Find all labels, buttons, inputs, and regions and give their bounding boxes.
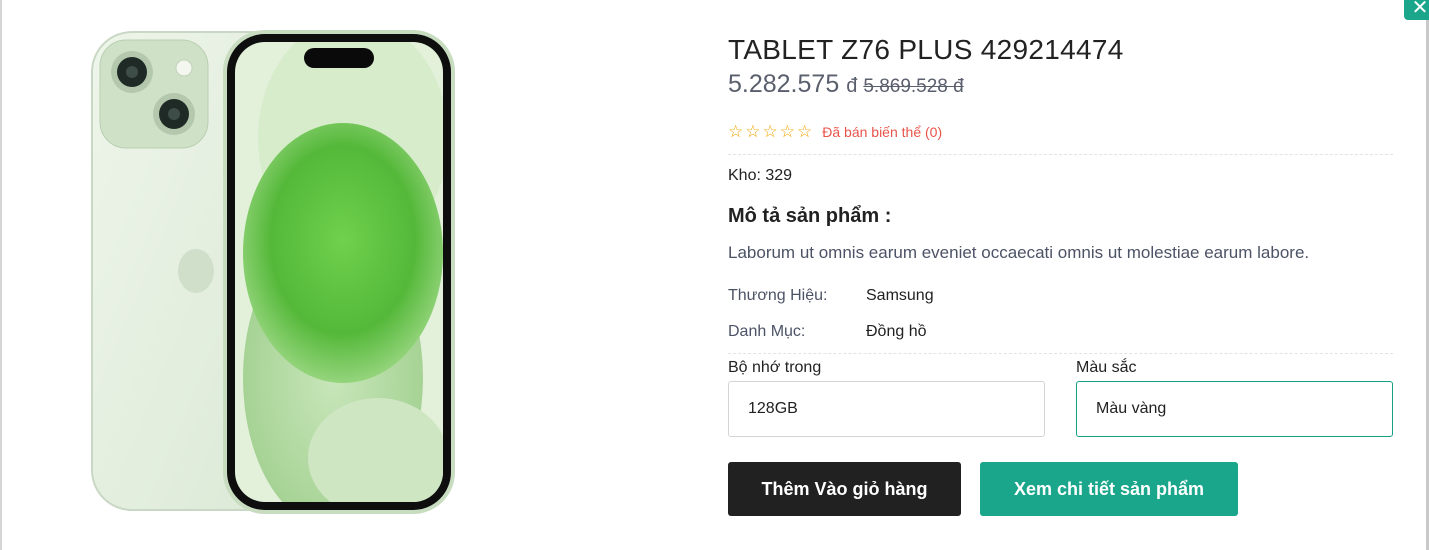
storage-label: Bộ nhớ trong bbox=[728, 359, 822, 376]
add-to-cart-button[interactable]: Thêm Vào giỏ hàng bbox=[728, 462, 961, 516]
variant-options: Bộ nhớ trong 128GB Màu sắc Màu vàng bbox=[728, 359, 1393, 437]
old-price: 5.869.528 đ bbox=[863, 76, 964, 97]
product-info: TABLET Z76 PLUS 429214474 5.282.575 đ 5.… bbox=[728, 30, 1393, 516]
star-outline-icon: ☆ bbox=[728, 121, 744, 142]
attribute-category: Danh Mục: Đồng hồ bbox=[728, 319, 1393, 345]
attribute-brand: Thương Hiệu: Samsung bbox=[728, 283, 1393, 309]
stock-count: Kho: 329 bbox=[728, 167, 793, 184]
color-select[interactable]: Màu vàng bbox=[1076, 381, 1393, 437]
product-quick-view-modal: ✕ TABLET Z76 PLUS 429214474 5.282.575 đ … bbox=[0, 0, 1429, 550]
star-outline-icon: ☆ bbox=[762, 121, 778, 142]
description-heading: Mô tả sản phẩm : bbox=[728, 205, 892, 227]
product-image bbox=[91, 30, 455, 514]
attribute-label: Danh Mục: bbox=[728, 323, 806, 340]
star-outline-icon: ☆ bbox=[745, 121, 761, 142]
star-outline-icon: ☆ bbox=[797, 121, 813, 142]
description-text: Laborum ut omnis earum eveniet occaecati… bbox=[728, 243, 1310, 262]
sold-count: Đã bán biến thể (0) bbox=[822, 124, 943, 140]
divider bbox=[728, 353, 1393, 354]
currency-symbol: đ bbox=[846, 75, 858, 97]
divider bbox=[728, 154, 1393, 155]
storage-option-group: Bộ nhớ trong 128GB bbox=[728, 359, 1045, 437]
action-buttons: Thêm Vào giỏ hàng Xem chi tiết sản phẩm bbox=[728, 462, 1393, 516]
modal-left-edge bbox=[0, 0, 2, 550]
current-price: 5.282.575 bbox=[728, 70, 840, 98]
attribute-value: Đồng hồ bbox=[866, 323, 927, 340]
close-button[interactable]: ✕ bbox=[1404, 0, 1429, 20]
attribute-value: Samsung bbox=[866, 287, 934, 304]
attribute-label: Thương Hiệu: bbox=[728, 287, 828, 304]
storage-select[interactable]: 128GB bbox=[728, 381, 1045, 437]
rating-row: ☆ ☆ ☆ ☆ ☆ Đã bán biến thể (0) bbox=[728, 120, 1393, 144]
color-label: Màu sắc bbox=[1076, 359, 1137, 376]
view-details-button[interactable]: Xem chi tiết sản phẩm bbox=[980, 462, 1238, 516]
color-option-group: Màu sắc Màu vàng bbox=[1076, 359, 1393, 437]
price-row: 5.282.575 đ 5.869.528 đ bbox=[728, 70, 1393, 110]
star-outline-icon: ☆ bbox=[779, 121, 795, 142]
rating-stars: ☆ ☆ ☆ ☆ ☆ bbox=[728, 121, 813, 142]
close-icon: ✕ bbox=[1411, 0, 1429, 19]
product-title: TABLET Z76 PLUS 429214474 bbox=[728, 34, 1124, 65]
